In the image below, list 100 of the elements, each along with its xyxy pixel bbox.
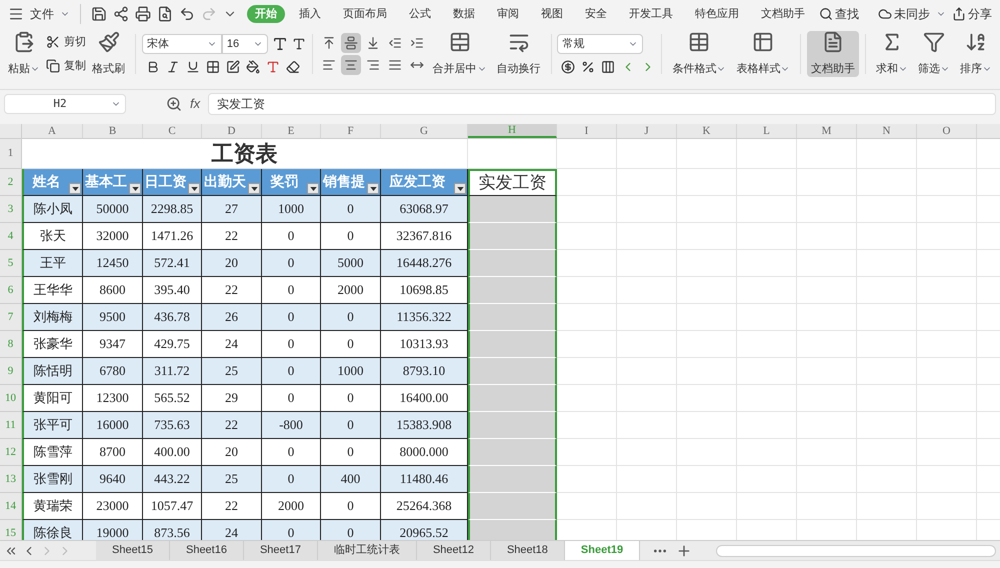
column-header[interactable]: D bbox=[202, 124, 262, 138]
ribbon-button[interactable]: 文档助手 bbox=[807, 31, 860, 77]
table-cell-text: 1000 bbox=[278, 200, 304, 218]
zoom-icon[interactable] bbox=[166, 96, 182, 112]
column-header[interactable]: J bbox=[617, 124, 677, 138]
undo-icon[interactable] bbox=[179, 6, 195, 22]
column-header[interactable]: N bbox=[857, 124, 917, 138]
print-preview-icon[interactable] bbox=[157, 6, 173, 22]
sheet-tab[interactable]: Sheet19 bbox=[564, 540, 640, 560]
table-cell-text: 0 bbox=[288, 227, 294, 246]
row-header[interactable]: 1 bbox=[0, 139, 22, 169]
ribbon-tab[interactable]: 审阅 bbox=[489, 5, 527, 23]
sheet-tab[interactable]: Sheet12 bbox=[416, 540, 491, 560]
filter-button[interactable] bbox=[367, 183, 379, 194]
column-header[interactable]: I bbox=[557, 124, 617, 138]
ribbon-tab[interactable]: 安全 bbox=[577, 5, 615, 23]
filter-button[interactable] bbox=[248, 183, 260, 194]
sheet-tab[interactable]: Sheet15 bbox=[96, 540, 170, 560]
table-cell-text: 0 bbox=[288, 254, 294, 272]
column-header[interactable]: O bbox=[917, 124, 977, 138]
border-icon[interactable] bbox=[206, 60, 220, 74]
share-button[interactable]: 分享 bbox=[952, 5, 992, 23]
table-cell-text: 张天 bbox=[40, 227, 66, 246]
table-cell-text: 22 bbox=[225, 497, 238, 516]
print-icon[interactable] bbox=[135, 6, 151, 22]
ribbon-button[interactable]: 合并居中 bbox=[428, 31, 491, 77]
search-icon bbox=[819, 7, 833, 21]
font-color-icon[interactable] bbox=[266, 60, 280, 74]
ribbon-button[interactable]: 条件格式 bbox=[668, 31, 730, 77]
formula-input[interactable]: 实发工资 bbox=[208, 93, 996, 115]
table-cell-text: 12450 bbox=[96, 254, 129, 272]
cell-style-icon[interactable] bbox=[226, 60, 240, 74]
sheet-tab[interactable]: Sheet16 bbox=[170, 540, 244, 560]
filter-button[interactable] bbox=[307, 183, 319, 194]
name-box[interactable]: H2 bbox=[4, 94, 126, 114]
caret-icon bbox=[132, 186, 138, 190]
paintbrush-icon bbox=[98, 31, 120, 53]
column-header[interactable]: L bbox=[737, 124, 797, 138]
number-format-select[interactable]: 常规 bbox=[557, 34, 644, 54]
fill-color-icon[interactable] bbox=[246, 60, 260, 74]
column-header[interactable]: B bbox=[83, 124, 143, 138]
ribbon-tab[interactable]: 公式 bbox=[401, 5, 439, 23]
ribbon-tab[interactable]: 文档助手 bbox=[753, 5, 813, 23]
ribbon-tab[interactable]: 插入 bbox=[291, 5, 329, 23]
eraser-icon[interactable] bbox=[286, 60, 300, 74]
table-cell-text: -800 bbox=[279, 416, 303, 434]
font-name-select[interactable]: 宋体 bbox=[142, 34, 222, 54]
ribbon-tab[interactable]: 开发工具 bbox=[621, 5, 681, 23]
italic-icon[interactable] bbox=[166, 60, 180, 74]
empty-cell bbox=[617, 277, 677, 304]
table-cell-text: 9640 bbox=[100, 470, 126, 488]
shrink-font-icon[interactable] bbox=[292, 37, 306, 51]
menu-icon[interactable] bbox=[8, 6, 24, 22]
column-header[interactable]: C bbox=[143, 124, 202, 138]
column-header[interactable]: M bbox=[797, 124, 857, 138]
ribbon-button[interactable]: 筛选 bbox=[914, 31, 954, 77]
empty-cell bbox=[857, 358, 917, 385]
ribbon-button[interactable]: 自动换行 bbox=[492, 31, 545, 77]
table-pen-icon bbox=[752, 31, 774, 53]
ribbon-button[interactable]: 表格样式 bbox=[732, 31, 794, 77]
sync-button[interactable]: 未同步 bbox=[878, 5, 930, 23]
sheet-tab[interactable]: Sheet17 bbox=[244, 540, 318, 560]
filter-button[interactable] bbox=[69, 183, 81, 194]
filter-button[interactable] bbox=[129, 183, 141, 194]
ribbon-tab[interactable]: 数据 bbox=[445, 5, 483, 23]
sheet-tab[interactable]: 临时工统计表 bbox=[318, 540, 417, 560]
align-button[interactable] bbox=[340, 33, 361, 53]
currency-icon[interactable] bbox=[561, 60, 576, 74]
percent-icon[interactable] bbox=[581, 60, 596, 74]
ribbon-tab[interactable]: 视图 bbox=[533, 5, 571, 23]
column-header[interactable]: K bbox=[677, 124, 737, 138]
filter-button[interactable] bbox=[188, 183, 200, 194]
sheet-tab[interactable]: Sheet18 bbox=[490, 540, 565, 560]
filter-button[interactable] bbox=[454, 183, 466, 194]
ribbon-tab[interactable]: 特色应用 bbox=[687, 5, 747, 23]
ribbon-button[interactable]: 排序 bbox=[956, 31, 996, 77]
column-header[interactable]: A bbox=[22, 124, 83, 138]
column-header[interactable]: F bbox=[321, 124, 381, 138]
ribbon-tab[interactable]: 页面布局 bbox=[335, 5, 395, 23]
column-header[interactable]: E bbox=[262, 124, 321, 138]
file-menu[interactable]: 文件 bbox=[30, 5, 54, 23]
save-icon[interactable] bbox=[91, 6, 107, 22]
cut-button[interactable]: 剪切 bbox=[46, 34, 86, 50]
ribbon-button[interactable]: 求和 bbox=[872, 31, 912, 77]
horizontal-scrollbar[interactable] bbox=[716, 544, 996, 556]
search-button[interactable]: 查找 bbox=[819, 5, 859, 23]
align-button[interactable] bbox=[340, 55, 361, 75]
font-size-select[interactable]: 16 bbox=[222, 34, 268, 54]
empty-cell bbox=[797, 466, 857, 493]
table-cell-text: 22 bbox=[225, 227, 238, 246]
ribbon-button[interactable]: 粘贴 bbox=[4, 31, 44, 77]
table-cell-text: 2000 bbox=[278, 497, 304, 516]
ribbon-button[interactable]: 格式刷 bbox=[88, 31, 129, 77]
grow-font-icon[interactable] bbox=[272, 36, 288, 52]
copy-button[interactable]: 复制 bbox=[46, 58, 86, 74]
table-cell-text: 8600 bbox=[100, 281, 126, 300]
empty-cell bbox=[737, 466, 797, 493]
underline-icon[interactable] bbox=[186, 60, 200, 74]
empty-cell bbox=[677, 493, 737, 520]
function-label[interactable]: fx bbox=[190, 94, 200, 114]
